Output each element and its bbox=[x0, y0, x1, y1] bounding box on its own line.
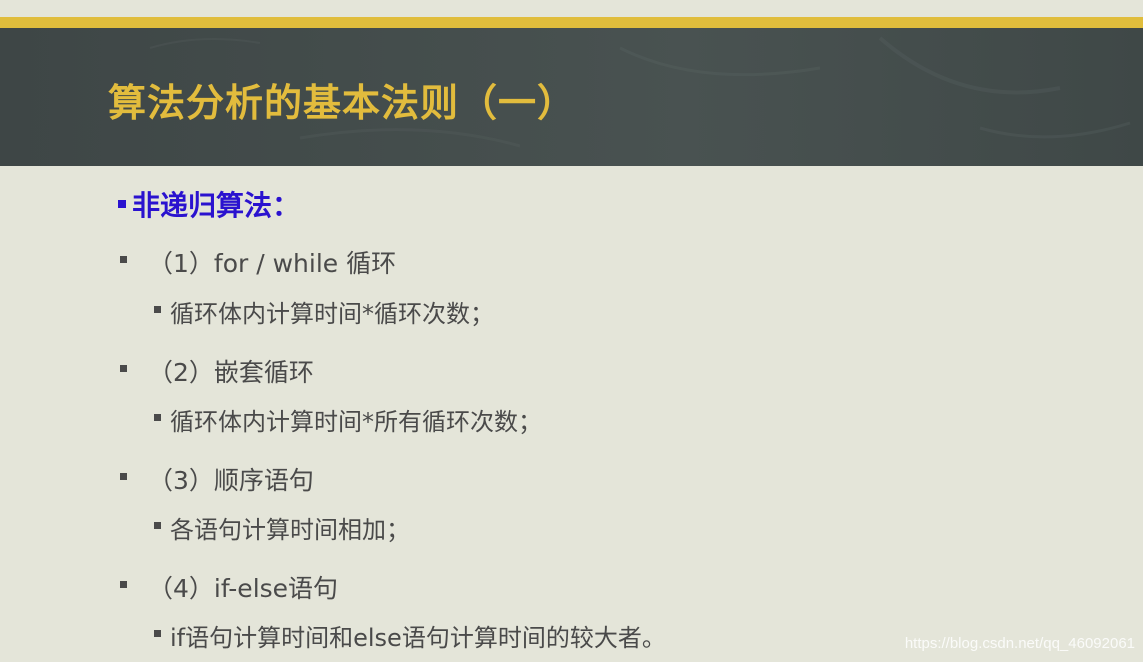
bullet-square-icon bbox=[120, 581, 127, 588]
rule-detail-text: 循环体内计算时间*循环次数； bbox=[170, 300, 494, 328]
section-heading-text: 非递归算法： bbox=[132, 189, 301, 222]
rule-detail-text: 循环体内计算时间*所有循环次数； bbox=[170, 408, 542, 436]
bullet-square-icon bbox=[154, 522, 161, 529]
top-strip bbox=[0, 0, 1143, 17]
bullet-square-icon bbox=[118, 200, 126, 208]
bullet-square-icon bbox=[154, 306, 161, 313]
rule-detail-text: if语句计算时间和else语句计算时间的较大者。 bbox=[170, 624, 666, 652]
bullet-square-icon bbox=[120, 256, 127, 263]
bullet-square-icon bbox=[154, 630, 161, 637]
rule-label: （3）顺序语句 bbox=[148, 466, 314, 495]
watermark: https://blog.csdn.net/qq_46092061 bbox=[904, 635, 1135, 652]
slide-header: 算法分析的基本法则（一） bbox=[0, 28, 1143, 166]
slide-title: 算法分析的基本法则（一） bbox=[108, 81, 577, 125]
rule-label: （4）if-else语句 bbox=[148, 574, 339, 603]
bullet-square-icon bbox=[120, 365, 127, 372]
rule-label: （1）for / while 循环 bbox=[148, 249, 397, 278]
section-heading: 非递归算法： bbox=[118, 184, 300, 224]
gold-accent-line bbox=[0, 17, 1143, 28]
bullet-square-icon bbox=[120, 473, 127, 480]
rule-detail-text: 各语句计算时间相加； bbox=[170, 516, 410, 544]
rule-label: （2）嵌套循环 bbox=[148, 358, 314, 387]
slide-body: 非递归算法： （1）for / while 循环 循环体内计算时间*循环次数； … bbox=[0, 166, 1143, 662]
bullet-square-icon bbox=[154, 414, 161, 421]
